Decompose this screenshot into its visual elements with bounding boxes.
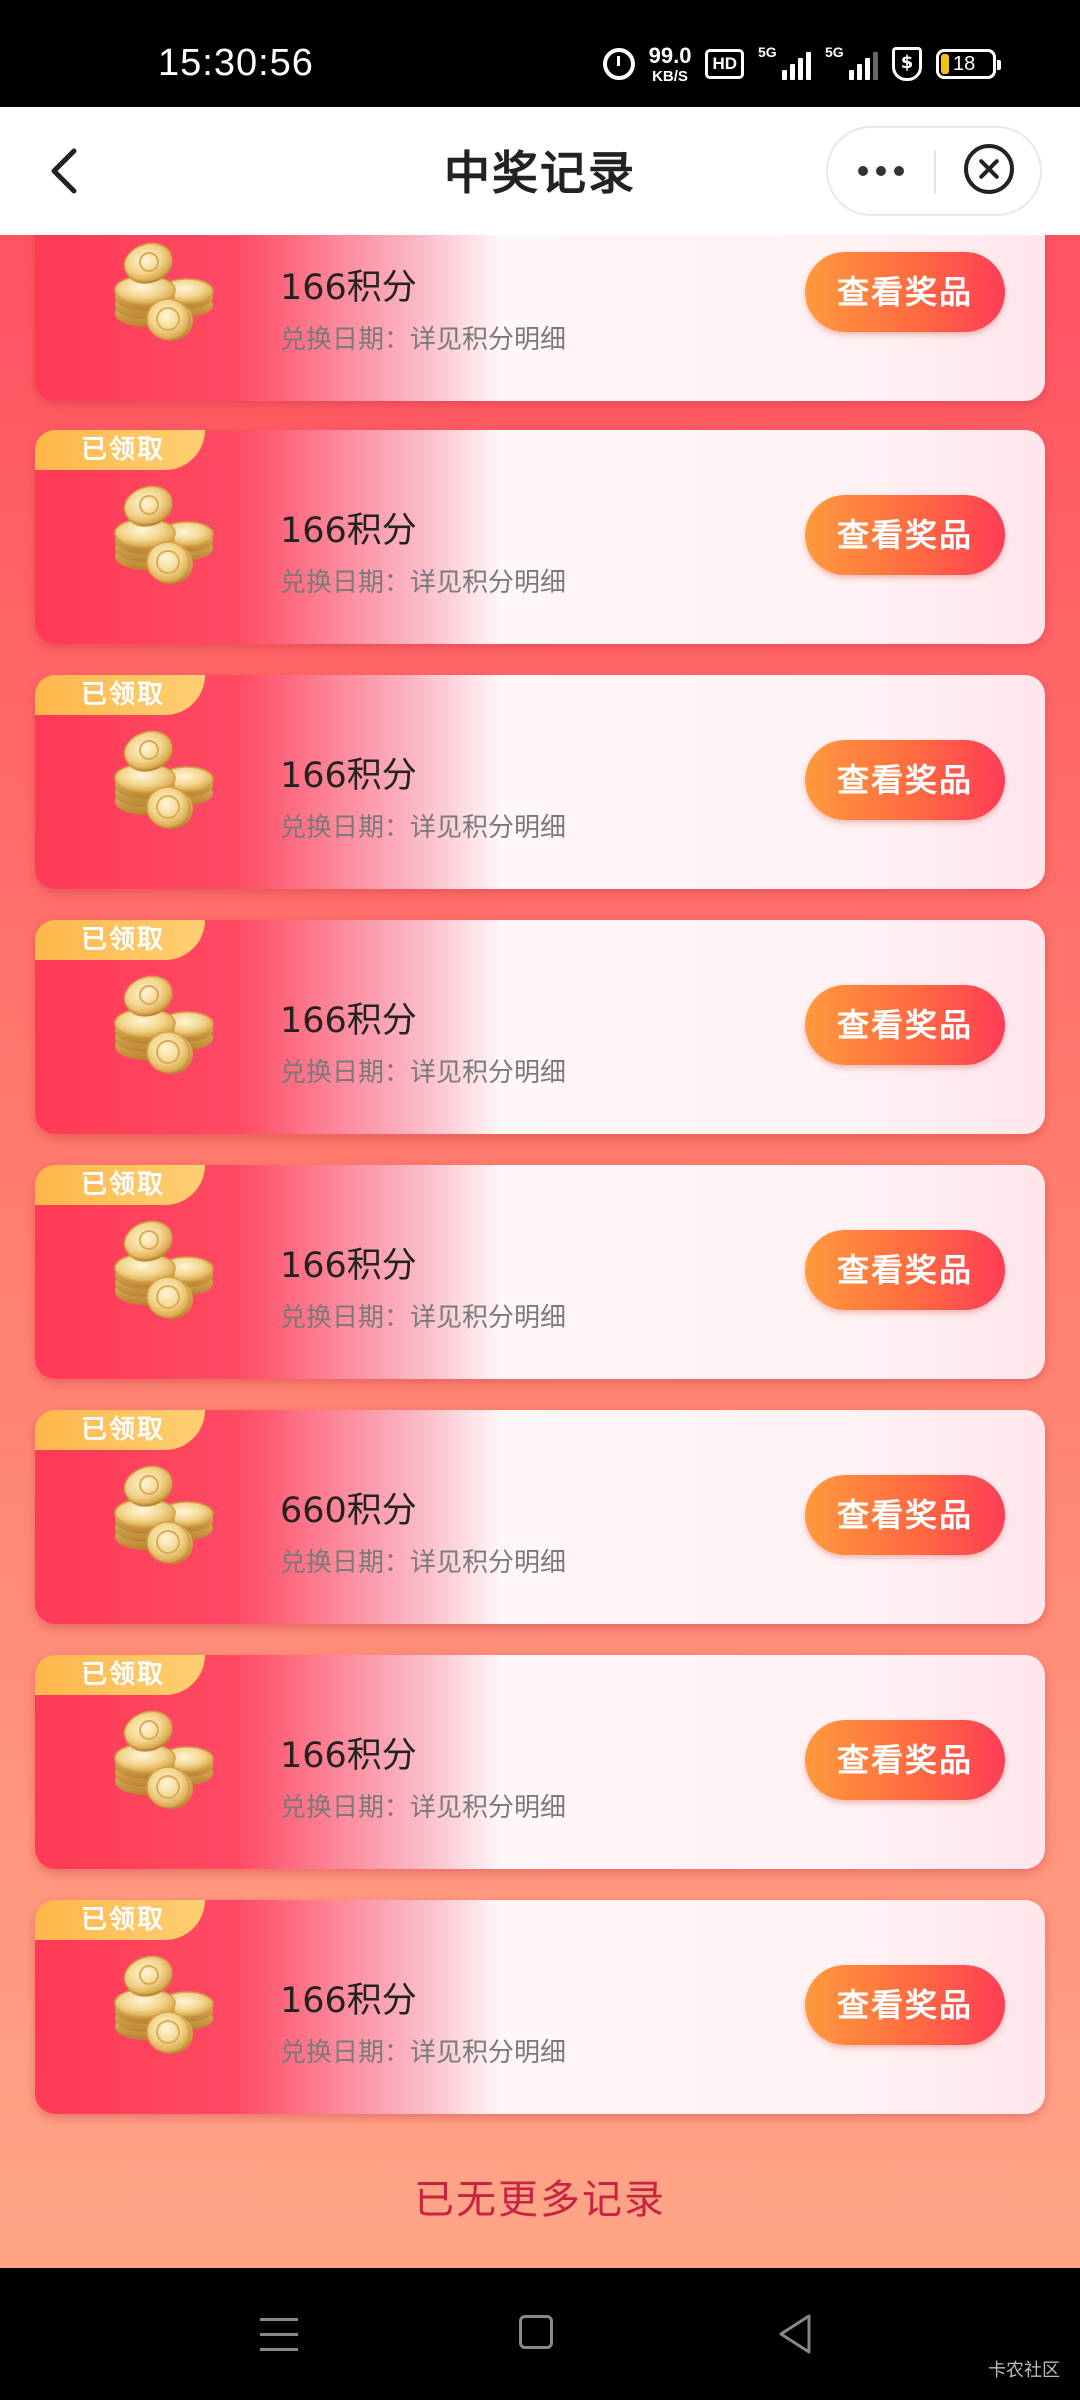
more-dots-icon <box>858 166 868 176</box>
view-prize-button[interactable]: 查看奖品 <box>805 1230 1005 1310</box>
prize-date: 兑换日期：详见积分明细 <box>280 1058 567 1088</box>
coin-stack-icon <box>114 1704 214 1810</box>
prize-name: 660积分 <box>280 1491 417 1531</box>
watermark-text: 卡农社区 <box>988 2360 1060 2381</box>
nav-home-button[interactable] <box>519 2315 553 2349</box>
network-speed-value: 99.0 <box>648 42 692 68</box>
coin-stack-icon <box>114 969 214 1075</box>
view-prize-button[interactable]: 查看奖品 <box>805 1720 1005 1800</box>
alarm-icon <box>602 48 635 80</box>
header: 中奖记录 <box>0 107 1080 235</box>
shield-icon: $ <box>892 47 922 81</box>
coin-stack-icon <box>114 479 214 585</box>
prize-date: 兑换日期：详见积分明细 <box>280 1548 567 1578</box>
signal-label: 5G <box>758 44 777 60</box>
view-prize-button[interactable]: 查看奖品 <box>805 1475 1005 1555</box>
record-scroll-area[interactable]: 166积分 兑换日期：详见积分明细 查看奖品 已领取 166积分 兑换日期：详见… <box>0 235 1080 2268</box>
prize-date: 兑换日期：详见积分明细 <box>280 1793 567 1823</box>
claimed-badge: 已领取 <box>35 1165 205 1205</box>
record-card: 已领取 166积分 兑换日期：详见积分明细 查看奖品 <box>35 1655 1045 1869</box>
mini-program-capsule <box>826 126 1042 216</box>
close-button[interactable] <box>964 144 1014 194</box>
battery-icon: 18 <box>936 49 1001 79</box>
record-card: 已领取 660积分 兑换日期：详见积分明细 查看奖品 <box>35 1410 1045 1624</box>
prize-name: 166积分 <box>280 756 417 796</box>
signal-label-2: 5G <box>825 44 844 60</box>
claimed-badge: 已领取 <box>35 920 205 960</box>
prize-name: 166积分 <box>280 268 417 308</box>
battery-level: 18 <box>953 52 976 75</box>
record-card: 已领取 166积分 兑换日期：详见积分明细 查看奖品 <box>35 1900 1045 2114</box>
claimed-badge: 已领取 <box>35 1655 205 1695</box>
record-card: 166积分 兑换日期：详见积分明细 查看奖品 <box>35 235 1045 401</box>
record-card: 已领取 166积分 兑换日期：详见积分明细 查看奖品 <box>35 920 1045 1134</box>
prize-date: 兑换日期：详见积分明细 <box>280 813 567 843</box>
status-time: 15:30:56 <box>158 42 314 84</box>
signal-icon: 5G <box>758 44 811 80</box>
claimed-badge: 已领取 <box>35 1410 205 1450</box>
network-speed-unit: KB/S <box>652 67 688 85</box>
prize-date: 兑换日期：详见积分明细 <box>280 568 567 598</box>
view-prize-button[interactable]: 查看奖品 <box>805 985 1005 1065</box>
coin-stack-icon <box>114 1949 214 2055</box>
coin-stack-icon <box>114 724 214 830</box>
record-card: 已领取 166积分 兑换日期：详见积分明细 查看奖品 <box>35 430 1045 644</box>
no-more-records-text: 已无更多记录 <box>414 2177 666 2223</box>
prize-date: 兑换日期：详见积分明细 <box>280 2038 567 2068</box>
view-prize-button[interactable]: 查看奖品 <box>805 740 1005 820</box>
prize-name: 166积分 <box>280 1246 417 1286</box>
record-card: 已领取 166积分 兑换日期：详见积分明细 查看奖品 <box>35 1165 1045 1379</box>
status-bar: 15:30:56 99.0 KB/S HD 5G 5G $ 18 <box>0 0 1080 107</box>
capsule-divider <box>934 150 936 194</box>
view-prize-button[interactable]: 查看奖品 <box>805 495 1005 575</box>
prize-name: 166积分 <box>280 511 417 551</box>
view-prize-button[interactable]: 查看奖品 <box>805 1965 1005 2045</box>
signal-icon-2: 5G <box>825 44 878 80</box>
status-icons: 99.0 KB/S HD 5G 5G $ 18 <box>602 40 1001 88</box>
triangle-back-icon <box>779 2314 811 2354</box>
hd-icon: HD <box>705 49 744 79</box>
prize-name: 166积分 <box>280 1001 417 1041</box>
nav-menu-button[interactable] <box>260 2316 298 2354</box>
nav-back-button[interactable] <box>775 2312 815 2356</box>
claimed-badge: 已领取 <box>35 1900 205 1940</box>
more-button[interactable] <box>828 128 936 214</box>
claimed-badge: 已领取 <box>35 675 205 715</box>
prize-name: 166积分 <box>280 1981 417 2021</box>
network-speed: 99.0 KB/S <box>648 42 692 85</box>
claimed-badge: 已领取 <box>35 430 205 470</box>
coin-stack-icon <box>114 1459 214 1565</box>
system-nav-bar: 卡农社区 <box>0 2268 1080 2400</box>
record-card: 已领取 166积分 兑换日期：详见积分明细 查看奖品 <box>35 675 1045 889</box>
prize-name: 166积分 <box>280 1736 417 1776</box>
view-prize-button[interactable]: 查看奖品 <box>805 252 1005 332</box>
coin-stack-icon <box>114 1214 214 1320</box>
prize-date: 兑换日期：详见积分明细 <box>280 1303 567 1333</box>
prize-date: 兑换日期：详见积分明细 <box>280 325 567 355</box>
coin-stack-icon <box>114 236 214 342</box>
